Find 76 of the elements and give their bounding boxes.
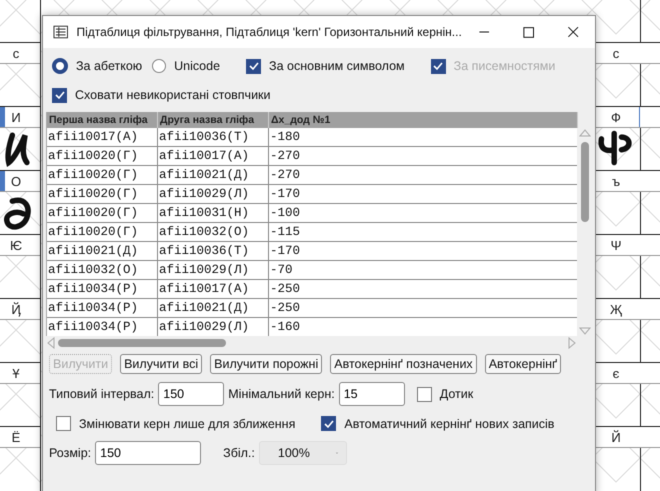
field-label: Мінімальний керн: [228,387,335,401]
glyph-label: є [612,366,620,380]
spacing-field[interactable]: 150 [158,382,224,406]
table-cell: afii10017(А) [47,128,158,146]
window-title: Підтаблиця фільтрування, Підтаблиця 'kern' Горизонтальний кернін... [76,25,462,39]
size-field[interactable]: 150 [95,441,202,465]
glyph-header[interactable]: с [0,42,40,64]
table-cell: afii10029(Л) [158,318,269,336]
glyph-label: О [10,174,22,188]
column-header[interactable]: Перша назва гліфа [47,112,158,128]
field-label: Розмір: [49,446,92,460]
checkbox-option[interactable]: Змінювати керн лише для зближення [56,416,296,431]
field-label: Збіл.: [223,446,255,460]
table-cell: afii10021(Д) [158,166,269,184]
action-button[interactable]: Вилучити всі [120,354,202,374]
arrow-down-icon[interactable] [578,326,592,336]
table-cell: afii10017(А) [158,147,269,165]
horizontal-scrollbar[interactable] [46,336,577,350]
glyph-label: с [12,46,20,60]
table-cell: afii10029(Л) [158,185,269,203]
arrow-left-icon[interactable] [46,337,56,349]
app-icon [53,24,68,40]
zoom-dropdown[interactable]: 100% [258,441,347,465]
glyph-label: Ҋ [11,302,21,316]
radio-option[interactable]: За абеткою [52,58,142,74]
radio-option[interactable]: Unicode [152,59,220,73]
glyph-header[interactable]: О [0,170,40,192]
glyph-label: И [11,110,21,124]
checkmark-icon [322,418,335,430]
glyph-header[interactable]: Ҋ [0,298,40,320]
checkbox-option[interactable]: Автоматичний кернінґ нових записів [321,416,554,431]
arrow-up-icon[interactable] [578,128,592,138]
table-cell: afii10036(Т) [158,128,269,146]
table-cell: afii10017(А) [158,280,269,298]
glyph-label: Ё [12,430,20,444]
min-kern-field[interactable]: 15 [338,382,405,406]
glyph-header[interactable]: Ѥ [0,234,40,256]
glyph-header[interactable]: Ұ [0,362,40,384]
table-cell: afii10036(Т) [158,242,269,260]
glyph-label: Җ [610,302,622,316]
glyph-label: с [612,46,620,60]
checkmark-icon [248,60,260,72]
table-cell: afii10021(Д) [158,299,269,317]
table-cell: afii10034(Р) [47,280,158,298]
table-cell: afii10020(Г) [47,166,158,184]
action-button[interactable]: Автокернінґ позначених [330,354,477,374]
glyph-header[interactable]: И [0,106,40,128]
glyph-label: Й [611,430,621,444]
glyph-label: Ψ [610,238,622,252]
action-button[interactable]: Вилучити порожні [210,354,322,374]
table-cell: afii10032(О) [47,261,158,279]
arrow-right-icon[interactable] [567,337,577,349]
field-label: Типовий інтервал: [49,387,154,401]
glyph-label: Ф [611,110,621,124]
table-cell: afii10020(Г) [47,185,158,203]
table-cell: afii10034(Р) [47,318,158,336]
column-header[interactable]: Друга назва гліфа [158,112,269,128]
table-cell: afii10031(Н) [158,204,269,222]
scrollbar-thumb[interactable] [581,142,589,222]
table-cell: afii10020(Г) [47,147,158,165]
glyph-label: ъ [612,174,620,188]
table-cell: afii10020(Г) [47,204,158,222]
action-button[interactable]: Автокернінґ [484,354,562,374]
table-cell: afii10029(Л) [158,261,269,279]
checkbox-option[interactable]: За основним символом [246,58,405,74]
checkmark-icon [432,60,444,72]
table-cell: afii10021(Д) [47,242,158,260]
table-cell: afii10020(Г) [47,223,158,241]
table-cell: afii10034(Р) [47,299,158,317]
checkbox-option[interactable]: Сховати невикористані стовпчики [46,84,595,106]
glyph-header[interactable]: Ё [0,426,40,448]
glyph-label: Ѥ [10,238,22,252]
checkbox-option[interactable]: Дотик [416,386,474,402]
table-cell: afii10032(О) [158,223,269,241]
glyph-label: Ұ [12,366,20,380]
checkmark-icon [54,89,66,101]
